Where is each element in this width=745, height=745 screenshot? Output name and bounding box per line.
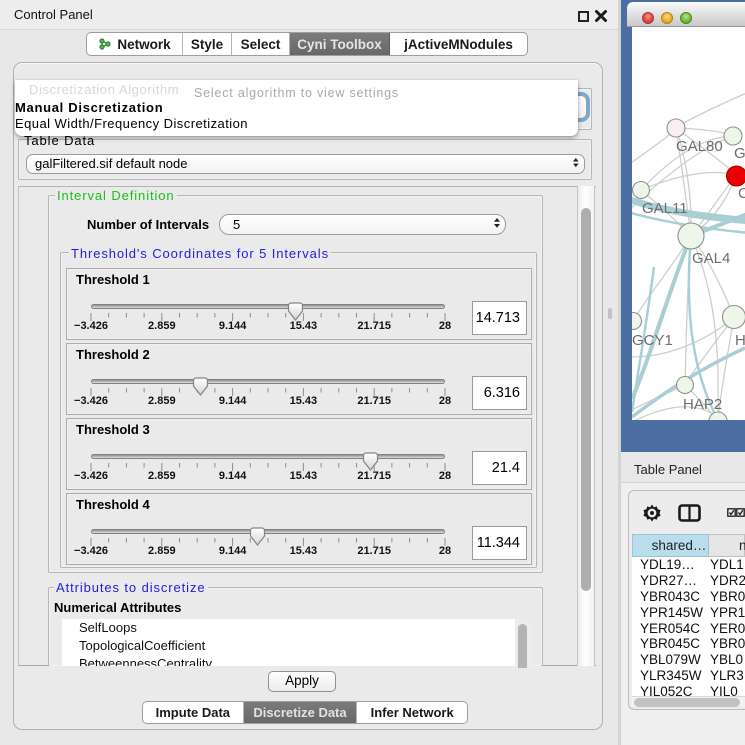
svg-text:GAL80: GAL80 xyxy=(676,138,723,155)
svg-text:CDC: CDC xyxy=(738,185,745,202)
svg-text:GAL3: GAL3 xyxy=(734,145,745,162)
svg-text:HIS: HIS xyxy=(735,332,745,349)
svg-text:GAL11: GAL11 xyxy=(642,200,688,217)
svg-text:HAP2: HAP2 xyxy=(683,396,722,413)
svg-text:GAL4: GAL4 xyxy=(692,250,730,267)
svg-text:GCY1: GCY1 xyxy=(632,332,673,349)
